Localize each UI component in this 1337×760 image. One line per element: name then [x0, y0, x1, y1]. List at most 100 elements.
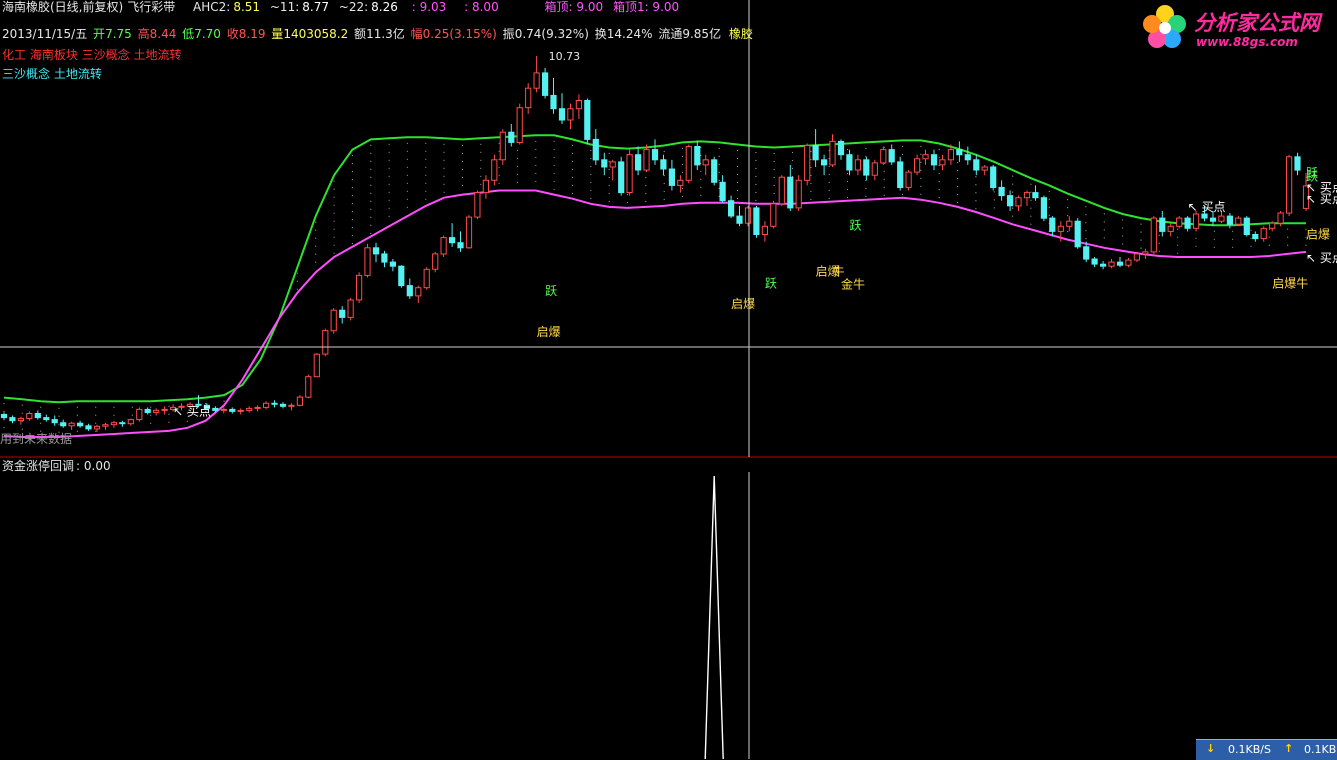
candle-body: [1176, 217, 1183, 227]
candle-body: [897, 161, 904, 188]
chart-canvas[interactable]: 10.73 ↖ 买点启爆跃启爆跃启爆牛跃金牛↖ 买点启爆牛跃↖ 买点↖ 买点跃↖…: [0, 0, 1337, 759]
candle-body: [990, 166, 997, 188]
band-dot: [920, 185, 922, 187]
buy-point-label: ↖ 买点: [1188, 200, 1226, 214]
band-dot: [736, 165, 739, 168]
band-dot: [1030, 183, 1032, 185]
band-dot: [315, 245, 317, 247]
candle-body: [677, 179, 684, 186]
candle-body: [575, 100, 582, 110]
candle-body: [1167, 225, 1174, 232]
candle-body: [770, 203, 777, 227]
band-dot: [608, 152, 610, 155]
band-dot: [1177, 252, 1179, 254]
amplitude-value: 0.74(9.32%): [514, 27, 589, 41]
candle-body: [694, 146, 701, 166]
band-dot: [553, 148, 555, 150]
signal-label: 启爆: [537, 325, 561, 339]
candle-body: [846, 154, 853, 171]
band-dot: [351, 179, 353, 181]
candle-body: [356, 274, 363, 301]
band-dot: [590, 189, 592, 192]
band-dot: [388, 183, 390, 185]
band-dot: [40, 406, 42, 408]
band-dot: [333, 252, 335, 254]
band-dot: [736, 189, 739, 192]
candle-body: [136, 408, 143, 421]
band-dot: [388, 207, 390, 209]
signal-label: 跃: [765, 277, 777, 291]
candle-body: [1218, 215, 1225, 222]
candle-body: [668, 168, 675, 186]
stock-title[interactable]: 海南橡胶(日线,前复权): [2, 0, 123, 14]
band-dot: [1232, 238, 1234, 240]
band-dot: [957, 194, 959, 196]
change-value: 0.25(3.15%): [422, 27, 497, 41]
band-dot: [443, 183, 445, 185]
band-dot: [1048, 190, 1050, 192]
candle-body: [423, 268, 430, 289]
band-dot: [1030, 199, 1032, 201]
candle-body: [1116, 261, 1124, 266]
band-dot: [168, 405, 170, 407]
band-dot: [370, 216, 372, 218]
candle-body: [1066, 220, 1073, 227]
line22-value: 8.26: [371, 0, 398, 14]
band-dot: [406, 174, 408, 176]
candle-body: [1150, 217, 1157, 253]
band-dot: [351, 203, 353, 205]
candle-body: [296, 396, 303, 406]
band-dot: [700, 194, 702, 196]
candle-body: [127, 419, 134, 425]
band-dot: [681, 171, 684, 173]
candle-body: [1209, 217, 1217, 222]
site-logo[interactable]: 分析家公式网 www.88gs.com: [1140, 2, 1335, 52]
band-dot: [590, 181, 592, 184]
float-value: 9.85亿: [682, 27, 722, 41]
band-dot: [645, 176, 647, 179]
band-dot: [590, 157, 592, 160]
candle-body: [279, 403, 287, 407]
band-dot: [1030, 207, 1032, 209]
band-dot: [883, 170, 885, 172]
float-label: 流通: [658, 27, 683, 41]
candle-body: [381, 253, 388, 263]
band-dot: [975, 200, 977, 202]
band-dot: [700, 178, 702, 180]
candle-body: [322, 330, 329, 355]
band-dot: [1048, 198, 1050, 200]
band-dot: [883, 194, 885, 196]
band-dot: [773, 184, 775, 187]
band-dot: [553, 164, 555, 166]
band-dot: [938, 172, 940, 175]
band-dot: [645, 184, 647, 187]
candle-body: [761, 225, 768, 236]
band-dot: [425, 182, 427, 184]
candle-body: [440, 237, 447, 255]
band-dot: [480, 175, 482, 177]
band-dot: [1122, 219, 1124, 221]
band-dot: [1085, 230, 1087, 232]
download-arrow-icon: ↓: [1206, 742, 1216, 755]
candle-body: [837, 140, 845, 156]
band-dot: [1250, 245, 1252, 247]
band-dot: [480, 183, 482, 185]
candle-body: [263, 402, 270, 408]
band-dot: [168, 421, 170, 423]
band-dot: [443, 167, 445, 169]
band-dot: [370, 224, 372, 226]
candle-body: [516, 107, 523, 143]
band-dot: [1213, 238, 1215, 240]
band-dot: [40, 422, 42, 424]
band-dot: [938, 180, 940, 183]
band-dot: [1140, 239, 1142, 241]
candle-body: [372, 247, 380, 255]
candle-body: [406, 285, 413, 297]
close-value: 8.19: [238, 27, 266, 41]
amount-label: 额: [354, 27, 367, 41]
band-dot: [370, 184, 372, 186]
candle-body: [702, 159, 709, 166]
candle-body: [212, 407, 219, 411]
band-dot: [516, 173, 519, 175]
band-dot: [498, 182, 500, 184]
